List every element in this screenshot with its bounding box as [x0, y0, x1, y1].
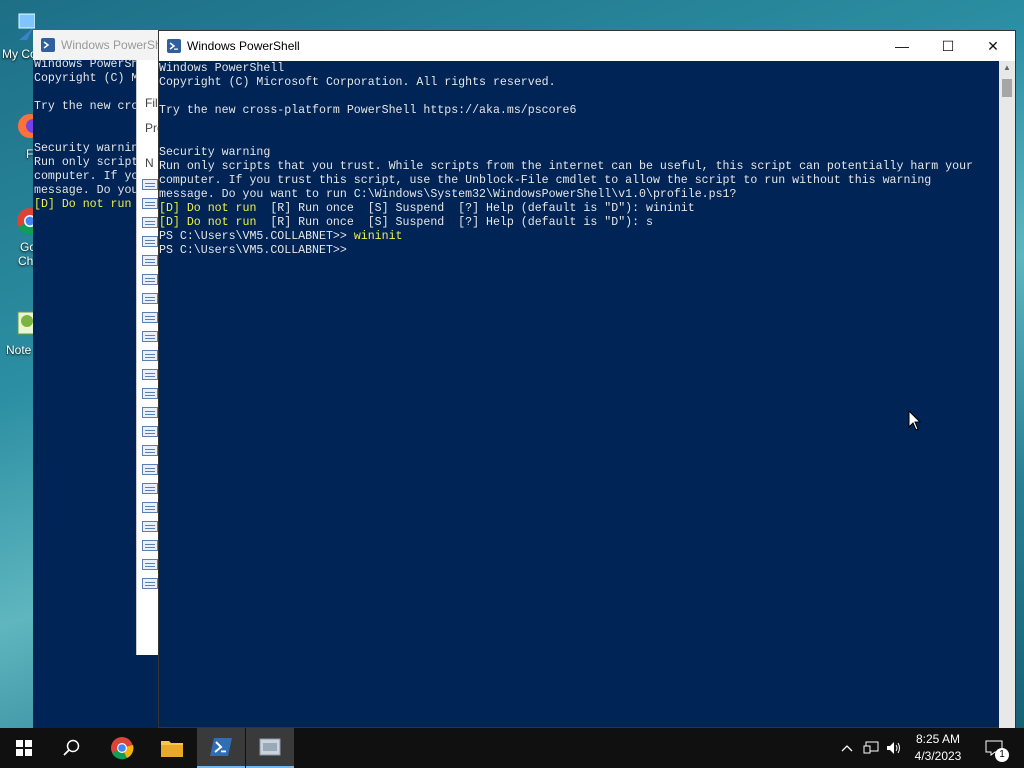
console-line: Run only scripts that you trust. While s…	[159, 160, 999, 174]
file-list-item-icon[interactable]	[142, 236, 158, 247]
notification-badge: 1	[995, 748, 1009, 762]
taskbar-app-window[interactable]	[246, 728, 294, 768]
console-line: message. Do you want to run C:\Windows\S…	[159, 188, 999, 202]
chevron-up-icon	[841, 745, 853, 752]
console-segment: Run only scripts that you trust. While s…	[159, 160, 974, 173]
file-list-item-icon[interactable]	[142, 331, 158, 342]
scrollbar-thumb[interactable]	[1002, 79, 1012, 97]
network-icon	[863, 741, 879, 754]
minimize-button[interactable]: —	[879, 31, 925, 61]
file-list-item-icon[interactable]	[142, 274, 158, 285]
search-icon	[63, 739, 80, 756]
file-list-item-icon[interactable]	[142, 388, 158, 399]
console-line: Try the new cross-platform PowerShell ht…	[159, 104, 999, 118]
console-segment: wininit	[353, 230, 403, 243]
taskbar-clock[interactable]: 8:25 AM 4/3/2023	[905, 731, 971, 765]
chrome-icon	[111, 737, 134, 760]
file-list-item-icon[interactable]	[142, 502, 158, 513]
console-line: Windows PowerShell	[159, 62, 999, 76]
console-segment: message. Do you want to run C:\Windows\S…	[159, 188, 737, 201]
file-list-item-icon[interactable]	[142, 578, 158, 589]
main-window-titlebar[interactable]: Windows PowerShell — ☐ ✕	[159, 31, 1015, 61]
volume-tray-button[interactable]	[884, 728, 904, 768]
main-window-title: Windows PowerShell	[187, 39, 300, 53]
console-line: PS C:\Users\VM5.COLLABNET>> wininit	[159, 230, 999, 244]
file-list-item-icon[interactable]	[142, 521, 158, 532]
console-line: Copyright (C) Microsoft Corporation. All…	[159, 76, 999, 90]
taskbar-powershell[interactable]	[197, 728, 245, 768]
file-list-item-icon[interactable]	[142, 198, 158, 209]
file-list-item-icon[interactable]	[142, 559, 158, 570]
file-list-item-icon[interactable]	[142, 540, 158, 551]
taskbar-chrome[interactable]	[98, 728, 146, 768]
back-window-titlebar[interactable]: Windows PowerSh	[33, 30, 163, 60]
file-list-item-icon[interactable]	[142, 483, 158, 494]
file-explorer-window[interactable]: Fil Pro N	[136, 60, 164, 655]
console-line: PS C:\Users\VM5.COLLABNET>>	[159, 244, 999, 258]
clock-time: 8:25 AM	[915, 732, 961, 746]
file-list-item-icon[interactable]	[142, 255, 158, 266]
powershell-icon	[41, 38, 55, 52]
start-button[interactable]	[0, 728, 48, 768]
file-list-item-icon[interactable]	[142, 445, 158, 456]
file-list-item-icon[interactable]	[142, 350, 158, 361]
computer-icon	[18, 13, 36, 40]
console-segment: PS C:\Users\VM5.COLLABNET>>	[159, 244, 347, 257]
search-button[interactable]	[48, 728, 96, 768]
console-segment: [D] Do not run	[159, 202, 257, 215]
console-line: computer. If you trust this script, use …	[159, 174, 999, 188]
windows-logo-icon	[16, 740, 32, 756]
console-segment: [D] Do not run	[159, 216, 257, 229]
maximize-button[interactable]: ☐	[925, 31, 971, 61]
console-segment: PS C:\Users\VM5.COLLABNET>>	[159, 230, 354, 243]
file-list-item-icon[interactable]	[142, 293, 158, 304]
scroll-up-arrow-icon[interactable]: ▲	[1003, 63, 1011, 72]
main-powershell-window[interactable]: Windows PowerShell — ☐ ✕ Windows PowerSh…	[158, 30, 1016, 729]
network-tray-button[interactable]	[861, 728, 881, 768]
console-segment: Try the new cross-platform PowerShell ht…	[159, 104, 577, 117]
clock-date: 4/3/2023	[914, 749, 962, 763]
file-list-item-icon[interactable]	[142, 369, 158, 380]
console-segment: Security warning	[159, 146, 271, 159]
name-column-header[interactable]: N	[145, 156, 154, 170]
folder-icon	[161, 741, 183, 757]
taskbar: 8:25 AM 4/3/2023 1	[0, 728, 1024, 768]
file-list-item-icon[interactable]	[142, 179, 158, 190]
action-center-button[interactable]: 1	[980, 728, 1009, 768]
file-list-item-icon[interactable]	[142, 426, 158, 437]
console-segment: Windows PowerShell	[159, 62, 285, 75]
file-list-item-icon[interactable]	[142, 312, 158, 323]
console-segment: [R] Run once [S] Suspend [?] Help (defau…	[256, 216, 653, 229]
console-segment: Copyright (C) Microsoft Corporation. All…	[159, 76, 556, 89]
console-segment: computer. If you trust this script, use …	[159, 174, 932, 187]
console-line: [D] Do not run [R] Run once [S] Suspend …	[159, 216, 999, 230]
vertical-scrollbar[interactable]: ▲	[999, 61, 1015, 729]
console-segment: [R] Run once [S] Suspend [?] Help (defau…	[256, 202, 695, 215]
file-list-item-icon[interactable]	[142, 217, 158, 228]
app-window-icon	[259, 738, 281, 756]
show-hidden-icons-button[interactable]	[838, 728, 856, 768]
console-line: Security warning	[159, 146, 999, 160]
close-button[interactable]: ✕	[970, 31, 1016, 61]
powershell-icon	[167, 39, 181, 53]
file-list-item-icon[interactable]	[142, 464, 158, 475]
file-menu[interactable]: Fil	[145, 96, 158, 110]
mouse-cursor-icon	[908, 410, 922, 431]
speaker-icon	[887, 742, 900, 754]
console-output[interactable]: Windows PowerShell Copyright (C) Microsof…	[159, 61, 999, 729]
taskbar-file-explorer[interactable]	[148, 728, 196, 768]
console-line: [D] Do not run [R] Run once [S] Suspend …	[159, 202, 999, 216]
file-list-item-icon[interactable]	[142, 407, 158, 418]
back-window-title: Windows PowerSh	[61, 38, 162, 52]
powershell-icon	[210, 738, 232, 756]
